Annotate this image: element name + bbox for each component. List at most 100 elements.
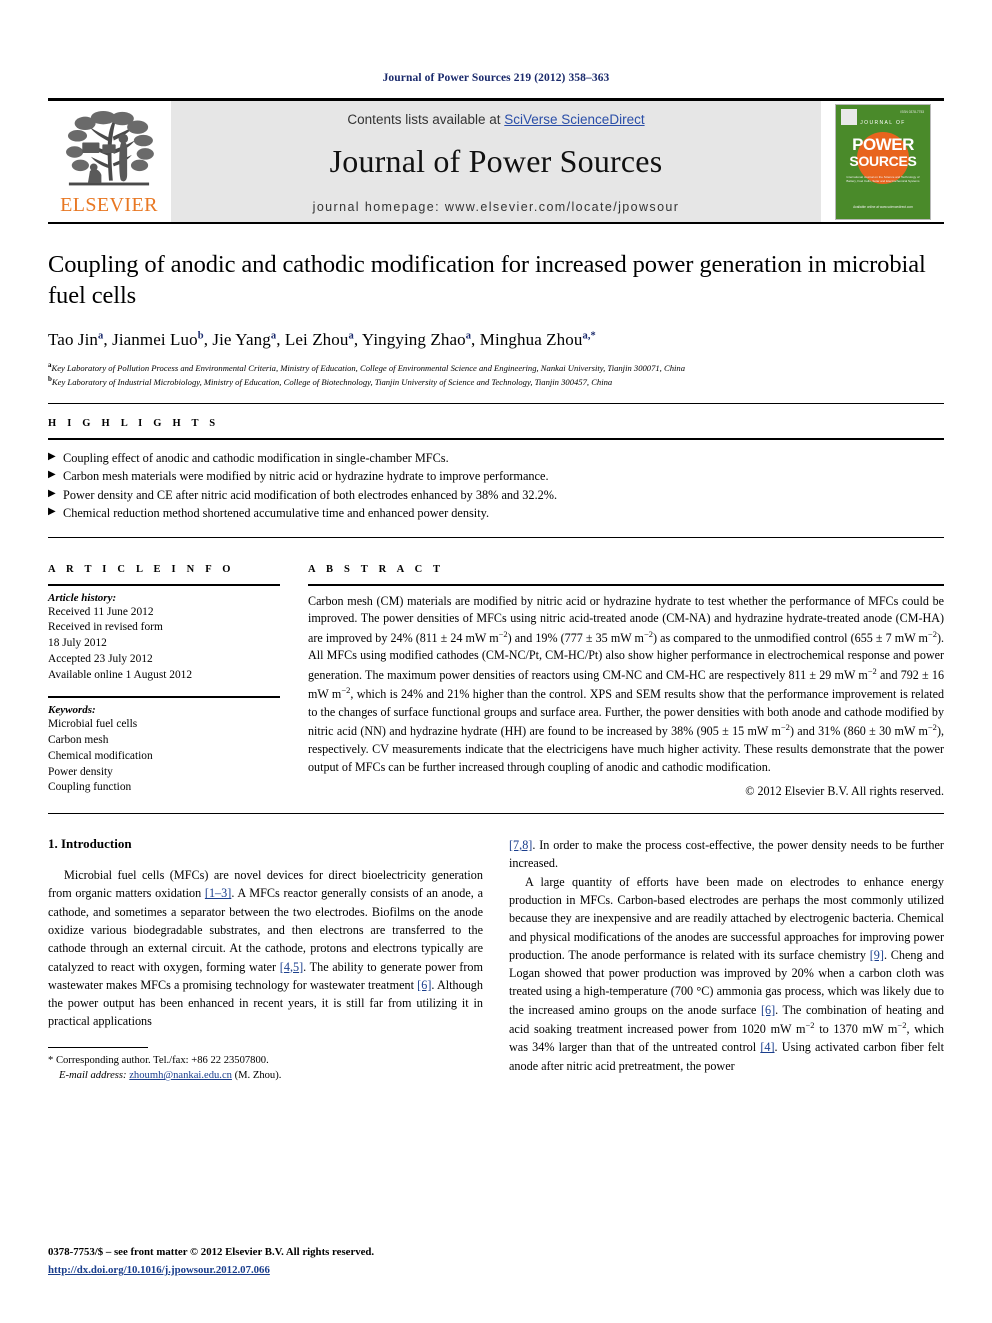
citation-link[interactable]: [4] — [760, 1040, 774, 1054]
citation-link[interactable]: [6] — [761, 1003, 775, 1017]
triangle-bullet-icon: ▶ — [48, 450, 56, 462]
citation-link[interactable]: [7,8] — [509, 838, 532, 852]
history-item: Accepted 23 July 2012 — [48, 652, 153, 665]
citation-link[interactable]: [6] — [417, 978, 431, 992]
highlight-text: Coupling effect of anodic and cathodic m… — [63, 450, 449, 465]
body-column-right: [7,8]. In order to make the process cost… — [509, 836, 944, 1083]
journal-cover-thumbnail: ISSN 0378-7753 JOURNAL OF POWER SOURCES … — [822, 101, 944, 222]
list-item: ▶ Carbon mesh materials were modified by … — [48, 467, 944, 485]
body-seg: . In order to make the process cost-effe… — [509, 838, 944, 871]
superscript: −2 — [498, 628, 508, 639]
elsevier-wordmark: ELSEVIER — [60, 194, 158, 216]
elsevier-logo: ELSEVIER — [48, 101, 170, 222]
abstract-seg: ) as compared to the unmodified control … — [652, 630, 928, 645]
body-paragraph: A large quantity of efforts have been ma… — [509, 873, 944, 1075]
keyword-item: Chemical modification — [48, 749, 153, 762]
article-history-label: Article history: — [48, 591, 117, 604]
footnote-divider — [48, 1046, 148, 1048]
contents-prefix: Contents lists available at — [347, 111, 505, 127]
keyword-item: Carbon mesh — [48, 734, 109, 747]
superscript: −2 — [927, 628, 937, 639]
cover-publisher-badge — [841, 108, 857, 125]
author-name: Tao Jin — [48, 329, 99, 349]
author-name: Lei Zhou — [284, 329, 349, 349]
contents-available-line: Contents lists available at SciVerse Sci… — [347, 112, 644, 127]
body-paragraph: Microbial fuel cells (MFCs) are novel de… — [48, 866, 483, 1031]
body-seg: to 1370 mW m — [814, 1022, 898, 1037]
email-link[interactable]: zhoumh@nankai.edu.cn — [129, 1070, 232, 1081]
section-heading-introduction: 1. Introduction — [48, 836, 132, 852]
corresponding-author-note: * Corresponding author. Tel./fax: +86 22… — [48, 1053, 483, 1068]
author-affiliation-marker: a — [270, 330, 277, 342]
author-affiliation-marker: a,* — [582, 330, 596, 342]
journal-homepage[interactable]: journal homepage: www.elsevier.com/locat… — [313, 200, 680, 214]
history-item: Received in revised form — [48, 621, 163, 634]
citation-link[interactable]: [4,5] — [280, 960, 303, 974]
keyword-item: Power density — [48, 765, 113, 778]
running-head: Journal of Power Sources 219 (2012) 358–… — [382, 72, 610, 84]
footnote-block: * Corresponding author. Tel./fax: +86 22… — [48, 1053, 483, 1084]
list-item: ▶ Coupling effect of anodic and cathodic … — [48, 449, 944, 467]
author-item: Lei Zhoua — [285, 330, 354, 349]
superscript: −2 — [867, 665, 877, 676]
author-item: Jianmei Luob — [112, 330, 204, 349]
abstract-text: Carbon mesh (CM) materials are modified … — [308, 593, 944, 776]
article-page: Journal of Power Sources 219 (2012) 358–… — [0, 0, 992, 1323]
author-name: Minghua Zhou — [479, 329, 583, 349]
list-item: ▶ Power density and CE after nitric acid … — [48, 486, 944, 504]
journal-banner: Contents lists available at SciVerse Sci… — [170, 101, 822, 222]
highlights-list: ▶ Coupling effect of anodic and cathodic … — [48, 449, 944, 523]
superscript: −2 — [780, 722, 790, 733]
author-affiliation-marker: b — [197, 330, 204, 342]
abstract-seg: ) and 31% (860 ± 30 mW m — [789, 724, 928, 739]
abstract-copyright: © 2012 Elsevier B.V. All rights reserved… — [745, 784, 944, 799]
superscript: −2 — [643, 628, 653, 639]
superscript: −2 — [805, 1020, 815, 1031]
affiliation-text: Key Laboratory of Industrial Microbiolog… — [51, 377, 613, 388]
info-abstract-row: A R T I C L E I N F O Article history: R… — [48, 538, 944, 799]
cover-subtitle: International Journal on the Science and… — [846, 174, 920, 184]
elsevier-tree-icon — [66, 110, 154, 186]
abstract-column: A B S T R A C T Carbon mesh (CM) materia… — [308, 550, 944, 799]
superscript: −2 — [927, 722, 937, 733]
highlight-text: Chemical reduction method shortened accu… — [63, 506, 490, 521]
affiliation-text: Key Laboratory of Pollution Process and … — [51, 362, 686, 373]
body-columns: 1. Introduction Microbial fuel cells (MF… — [48, 814, 944, 1083]
affiliation-a: aKey Laboratory of Pollution Process and… — [48, 360, 944, 375]
email-suffix: (M. Zhou). — [231, 1070, 282, 1082]
cover-art: ISSN 0378-7753 JOURNAL OF POWER SOURCES … — [835, 103, 931, 220]
author-list: Tao Jina, Jianmei Luob, Jie Yanga, Lei Z… — [48, 329, 596, 349]
sciencedirect-link[interactable]: SciVerse ScienceDirect — [504, 112, 644, 127]
doi-link[interactable]: http://dx.doi.org/10.1016/j.jpowsour.201… — [48, 1264, 270, 1276]
author-name: Yingying Zhao — [361, 329, 466, 349]
cover-word-power: POWER — [852, 134, 914, 154]
author-item: Jie Yanga — [212, 330, 276, 349]
list-item: ▶ Chemical reduction method shortened acc… — [48, 504, 944, 522]
cover-word-sources: SOURCES — [849, 152, 917, 169]
keyword-item: Microbial fuel cells — [48, 718, 138, 731]
journal-masthead: ELSEVIER Contents lists available at Sci… — [48, 98, 944, 224]
abstract-heading: A B S T R A C T — [308, 563, 445, 575]
author-affiliation-marker: a — [465, 330, 472, 342]
email-note: E-mail address: zhoumh@nankai.edu.cn (M.… — [48, 1068, 483, 1083]
citation-link[interactable]: [9] — [870, 948, 884, 962]
email-label: E-mail address: — [59, 1070, 127, 1082]
body-column-left: 1. Introduction Microbial fuel cells (MF… — [48, 836, 483, 1083]
title-block: Coupling of anodic and cathodic modifica… — [48, 224, 944, 389]
affiliation-b: bKey Laboratory of Industrial Microbiolo… — [48, 374, 944, 389]
divider-above-highlights — [48, 402, 944, 404]
article-info-column: A R T I C L E I N F O Article history: R… — [48, 550, 280, 799]
history-item: Available online 1 August 2012 — [48, 668, 193, 681]
issn-copyright-line: 0378-7753/$ – see front matter © 2012 El… — [48, 1245, 375, 1258]
corresponding-text: Corresponding author. Tel./fax: +86 22 2… — [53, 1054, 269, 1066]
citation-link[interactable]: [1–3] — [205, 886, 231, 900]
highlights-heading: H I G H L I G H T S — [48, 417, 220, 429]
history-item: Received 11 June 2012 — [48, 605, 154, 618]
page-footer: 0378-7753/$ – see front matter © 2012 El… — [48, 1245, 468, 1279]
keywords-label: Keywords: — [48, 704, 96, 717]
body-paragraph: [7,8]. In order to make the process cost… — [509, 836, 944, 873]
article-info-heading: A R T I C L E I N F O — [48, 563, 235, 575]
author-item: Tao Jina — [48, 330, 103, 349]
highlight-text: Carbon mesh materials were modified by n… — [63, 469, 549, 484]
highlights-section: H I G H L I G H T S ▶ Coupling effect of … — [48, 418, 944, 523]
